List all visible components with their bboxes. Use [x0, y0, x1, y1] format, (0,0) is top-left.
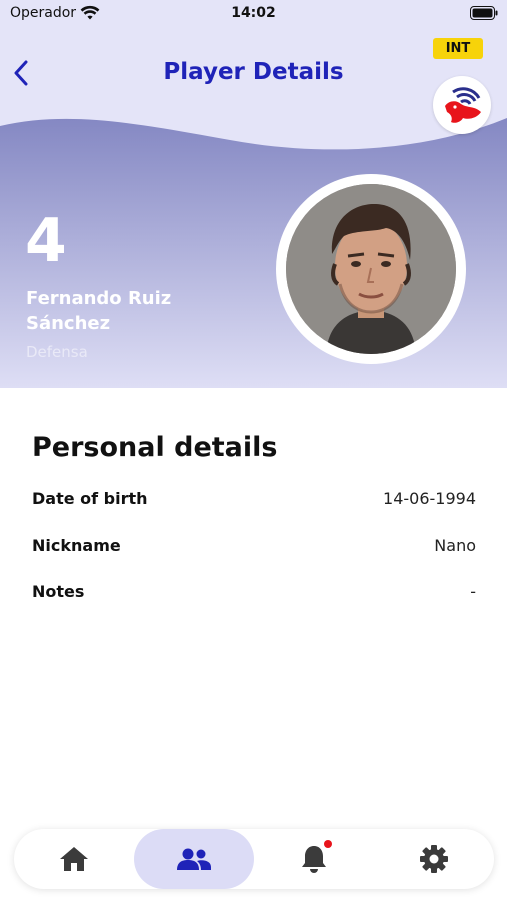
battery-icon — [470, 6, 498, 20]
detail-label: Notes — [32, 582, 85, 601]
team-logo[interactable] — [433, 76, 491, 134]
detail-label: Date of birth — [32, 489, 148, 508]
tab-home[interactable] — [14, 829, 134, 889]
player-photo — [286, 184, 456, 354]
detail-value: Nano — [434, 536, 476, 555]
tab-settings[interactable] — [374, 829, 494, 889]
tab-bar — [14, 829, 494, 889]
player-position: Defensa — [26, 343, 88, 361]
player-name: Fernando Ruiz Sánchez — [26, 288, 172, 334]
bell-icon — [302, 846, 326, 873]
notification-dot — [324, 840, 332, 848]
avatar — [276, 174, 466, 364]
section-title: Personal details — [32, 432, 278, 463]
people-icon — [177, 848, 211, 870]
tab-players[interactable] — [134, 829, 254, 889]
detail-value: - — [470, 582, 476, 601]
detail-row-date-of-birth: Date of birth 14-06-1994 — [32, 489, 476, 513]
home-icon — [60, 847, 88, 871]
detail-label: Nickname — [32, 536, 121, 555]
detail-row-notes: Notes - — [32, 582, 476, 606]
gear-icon — [420, 845, 448, 873]
clock: 14:02 — [231, 5, 276, 21]
int-badge: INT — [433, 38, 483, 59]
team-logo-bird-icon — [440, 83, 484, 127]
status-bar: Operador 14:02 — [0, 0, 507, 30]
navigation-bar: Player Details — [0, 50, 507, 98]
detail-row-nickname: Nickname Nano — [32, 536, 476, 560]
detail-value: 14-06-1994 — [383, 489, 476, 508]
page-title: Player Details — [163, 59, 344, 85]
player-number: 4 — [25, 206, 67, 276]
tab-notifications[interactable] — [254, 829, 374, 889]
